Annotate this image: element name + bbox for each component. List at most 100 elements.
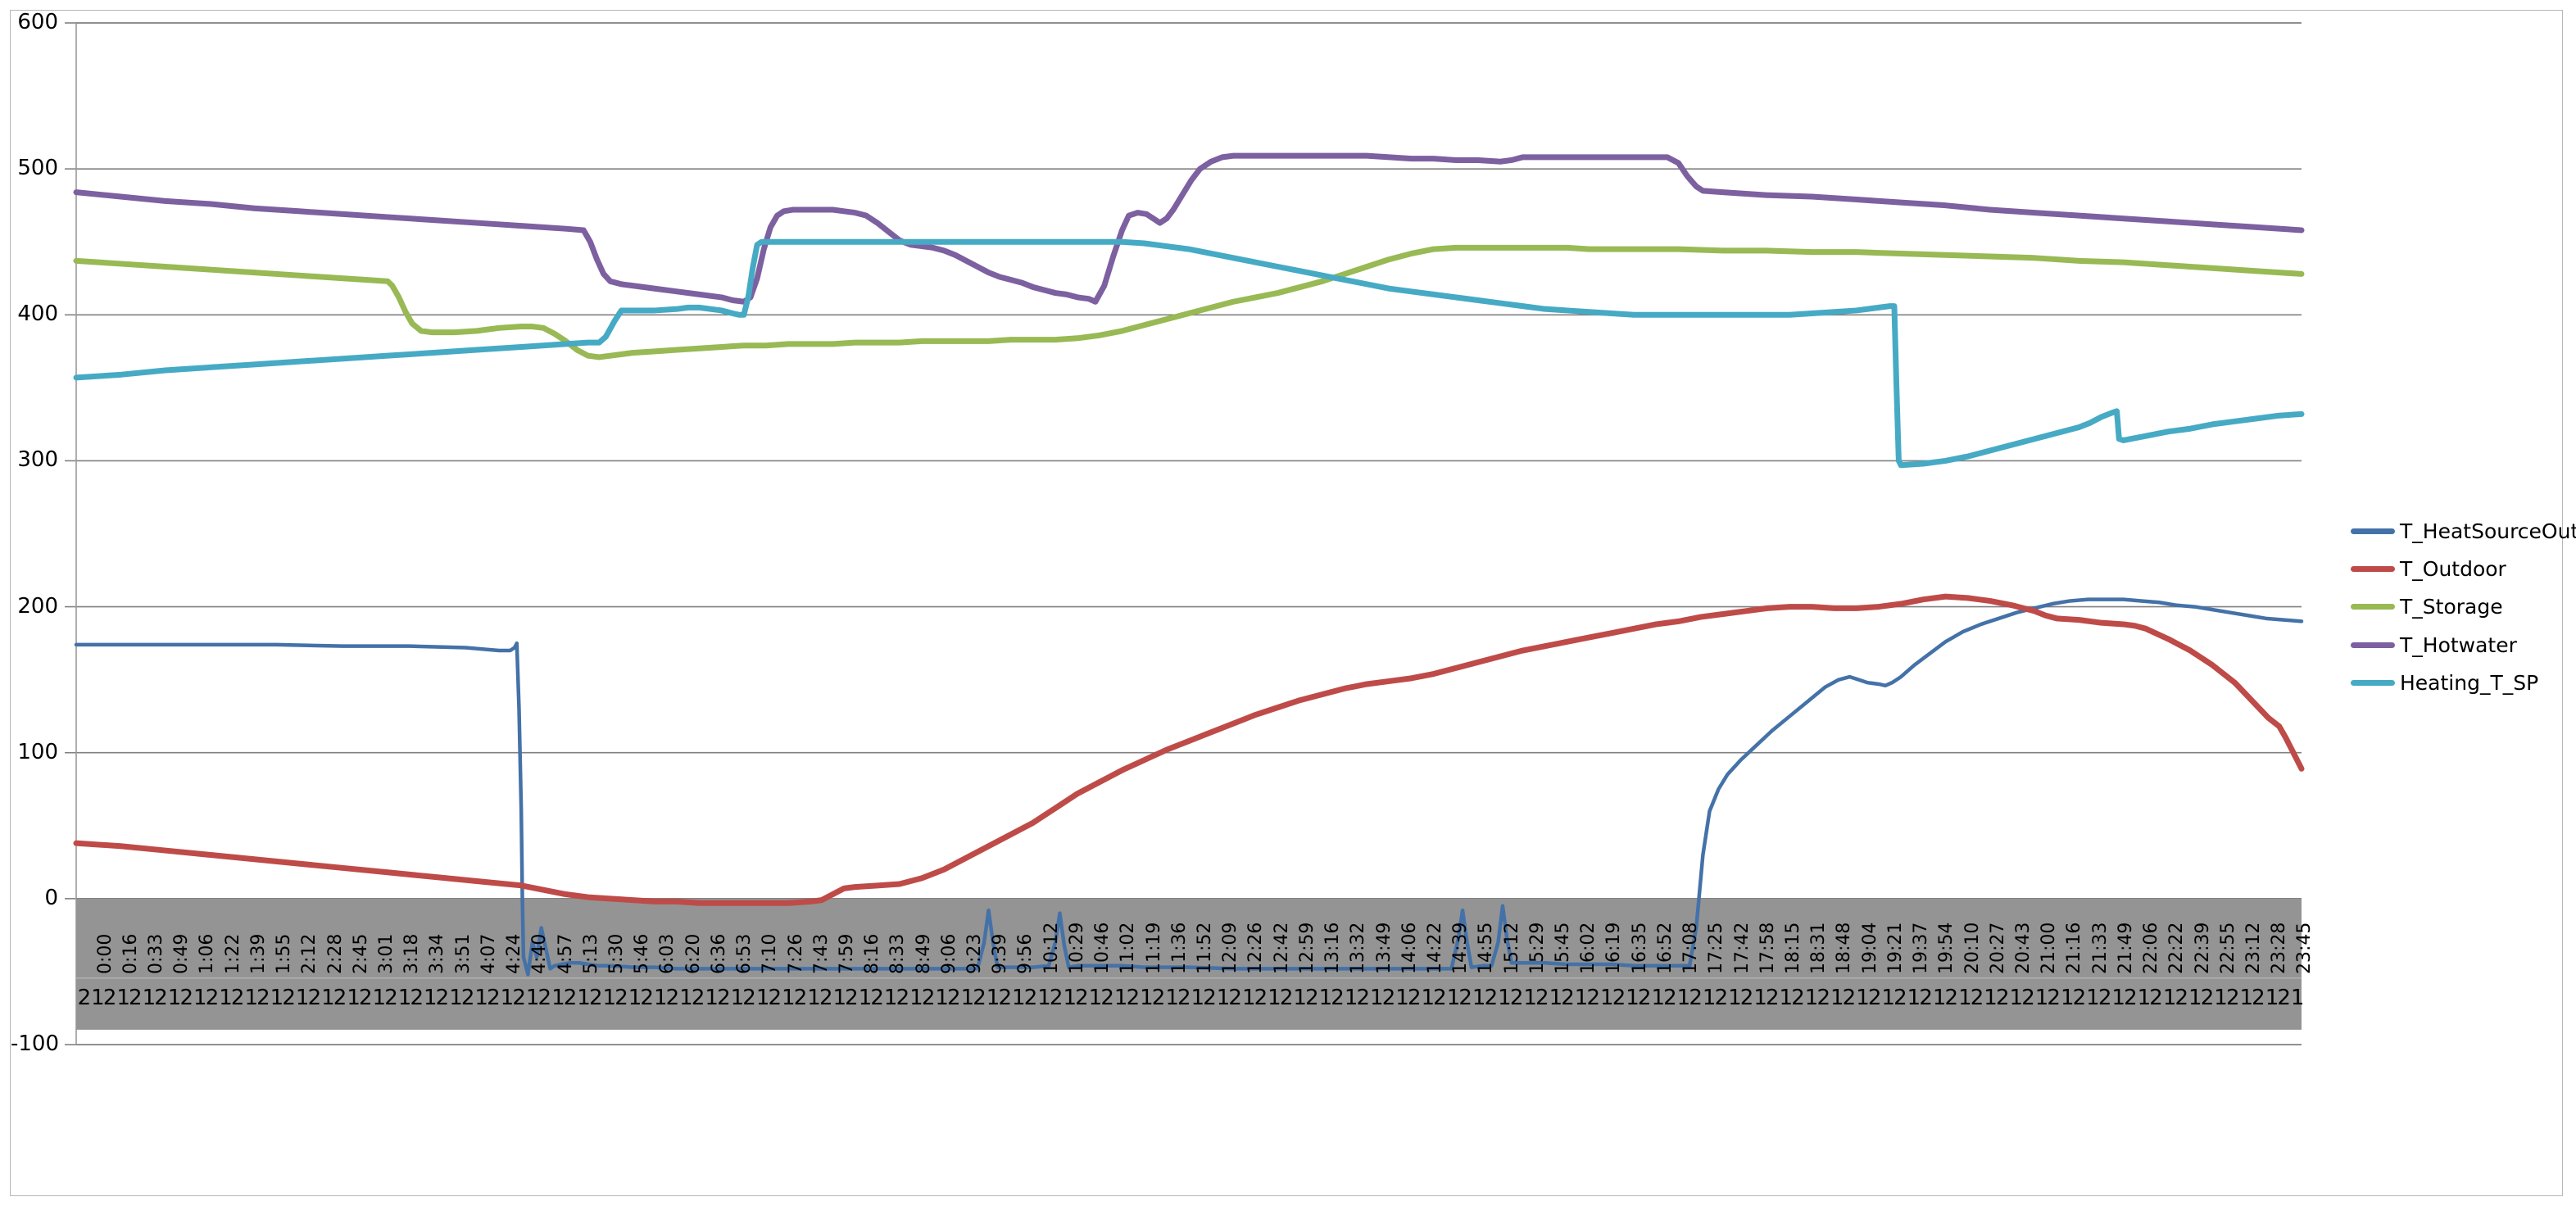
x-axis-secondary-label: 21	[2200, 985, 2228, 1010]
x-axis-tick-label: 22:22	[2166, 922, 2188, 974]
y-axis-tick-label: 100	[17, 739, 58, 764]
x-axis-secondary-label: 21	[205, 985, 233, 1010]
x-axis-secondary-label: 21	[588, 985, 617, 1010]
legend-color-swatch	[2351, 566, 2395, 573]
x-axis-secondary-label: 21	[1279, 985, 1307, 1010]
x-axis-secondary-label: 21	[870, 985, 898, 1010]
x-axis-tick-label: 3:34	[427, 933, 448, 974]
x-axis-tick-label: 6:20	[683, 933, 704, 974]
x-axis-tick-label: 20:10	[1961, 922, 1983, 974]
x-axis-tick-label: 13:49	[1373, 922, 1395, 974]
x-axis-secondary-label: 21	[896, 985, 923, 1010]
x-axis-tick-label: 5:46	[632, 933, 653, 974]
x-axis-secondary-label: 21	[359, 985, 387, 1010]
legend-color-swatch	[2351, 642, 2395, 648]
x-axis-tick-label: 1:55	[274, 933, 295, 974]
legend-color-swatch	[2351, 604, 2395, 610]
x-axis-secondary-label: 21	[460, 985, 488, 1010]
x-axis-secondary-label: 21	[307, 985, 335, 1010]
x-axis-tick-label: 17:25	[1706, 922, 1727, 974]
x-axis-tick-label: 11:36	[1168, 922, 1190, 974]
legend-item-label: T_HeatSourceOut	[2400, 519, 2576, 543]
x-axis-secondary-label: 21	[1561, 985, 1589, 1010]
x-axis-secondary-label: 21	[77, 985, 105, 1010]
x-axis-tick-label: 21:33	[2089, 922, 2111, 974]
x-axis-secondary-label: 21	[410, 985, 438, 1010]
x-axis-tick-label: 10:29	[1066, 922, 1087, 974]
x-axis-secondary-label: 21	[1100, 985, 1128, 1010]
x-axis-secondary-label: 21	[230, 985, 258, 1010]
x-axis-secondary-label: 21	[768, 985, 796, 1010]
series-line-heating-t-sp	[73, 238, 2305, 469]
x-axis-secondary-label: 21	[1151, 985, 1179, 1010]
x-axis-tick-label: 15:12	[1501, 922, 1522, 974]
x-axis-secondary-label: 21	[1995, 985, 2024, 1010]
x-axis-tick-label: 16:35	[1629, 922, 1650, 974]
x-axis-tick-label: 22:39	[2192, 922, 2213, 974]
y-axis-tick-label: 500	[17, 156, 58, 181]
x-axis-tick-label: 13:16	[1322, 922, 1344, 974]
legend-item-t-heatsourceout[interactable]: T_HeatSourceOut	[2351, 512, 2576, 550]
legend-item-t-hotwater[interactable]: T_Hotwater	[2351, 626, 2564, 664]
x-axis-secondary-label: 21	[1458, 985, 1486, 1010]
x-axis-tick-label: 17:08	[1680, 922, 1702, 974]
x-axis-tick-label: 16:02	[1578, 922, 1599, 974]
x-axis-secondary-label: 21	[1612, 985, 1639, 1010]
plot-area	[65, 22, 2305, 1045]
x-axis-secondary-label: 21	[2225, 985, 2254, 1010]
x-axis-secondary-label: 21	[129, 985, 156, 1010]
legend-item-heating-t-sp[interactable]: Heating_T_SP	[2351, 664, 2564, 702]
x-axis-secondary-label: 21	[1484, 985, 1512, 1010]
x-axis-secondary-label: 21	[973, 985, 1000, 1010]
x-axis-secondary-label: 21	[1023, 985, 1051, 1010]
legend-color-swatch	[2351, 528, 2395, 534]
x-axis-tick-label: 0:33	[146, 933, 167, 974]
x-axis-secondary-label: 21	[1944, 985, 1972, 1010]
series-line-t-storage	[73, 244, 2305, 360]
x-axis-tick-label: 12:59	[1296, 922, 1317, 974]
x-axis-tick-label: 23:28	[2269, 922, 2290, 974]
x-axis-tick-label: 7:59	[836, 933, 857, 974]
x-axis-secondary-label: 21	[1739, 985, 1767, 1010]
x-axis-tick-label: 0:16	[120, 933, 141, 974]
x-axis-secondary-label: 21	[333, 985, 361, 1010]
x-axis-secondary-label: 21	[1407, 985, 1435, 1010]
x-axis-tick-label: 7:43	[810, 933, 832, 974]
x-axis-tick-label: 8:49	[913, 933, 934, 974]
x-axis-tick-label: 1:06	[197, 933, 218, 974]
x-axis-tick-label: 6:03	[657, 933, 678, 974]
x-axis-tick-label: 16:52	[1654, 922, 1676, 974]
x-axis-tick-label: 11:52	[1195, 922, 1215, 974]
x-axis-tick-label: 19:04	[1859, 922, 1880, 974]
x-axis-secondary-label: 21	[845, 985, 873, 1010]
x-axis-tick-label: 2:45	[350, 933, 371, 974]
x-axis-secondary-label: 21	[921, 985, 949, 1010]
legend-item-t-storage[interactable]: T_Storage	[2351, 588, 2564, 626]
legend-item-t-outdoor[interactable]: T_Outdoor	[2351, 550, 2564, 587]
x-axis-secondary-label: 21	[1867, 985, 1895, 1010]
x-axis-secondary-label: 21	[1356, 985, 1384, 1010]
y-axis-tick-label: 600	[17, 10, 58, 34]
x-axis-secondary-label: 21	[793, 985, 821, 1010]
y-axis-tick-label: 300	[17, 447, 58, 473]
x-axis-secondary-label: 21	[256, 985, 284, 1010]
x-axis-tick-label: 21:00	[2039, 922, 2060, 974]
x-axis-secondary-label: 21	[1126, 985, 1154, 1010]
x-axis-tick-label: 1:39	[247, 933, 269, 974]
x-axis-secondary-label: 21	[1586, 985, 1614, 1010]
chart-container: T_HeatSourceOut T_Outdoor T_Storage T_Hotwa…	[0, 0, 2576, 1206]
x-axis-tick-label: 17:58	[1757, 922, 1778, 974]
x-axis-tick-label: 14:55	[1476, 922, 1497, 974]
x-axis-tick-label: 9:56	[1015, 933, 1036, 974]
x-axis-secondary-label: 21	[998, 985, 1026, 1010]
x-axis-tick-label: 4:24	[504, 933, 525, 974]
x-axis-tick-label: 23:45	[2294, 922, 2315, 974]
x-axis-tick-label: 12:09	[1220, 922, 1241, 974]
x-axis-tick-label: 5:30	[605, 933, 627, 974]
x-axis-tick-label: 14:06	[1399, 922, 1420, 974]
x-axis-secondary-label: 21	[2252, 985, 2279, 1010]
x-axis-tick-label: 8:16	[862, 933, 883, 974]
x-axis-secondary-label: 21	[384, 985, 412, 1010]
x-axis-secondary-label: 21	[947, 985, 975, 1010]
x-axis-secondary-label: 21	[435, 985, 463, 1010]
